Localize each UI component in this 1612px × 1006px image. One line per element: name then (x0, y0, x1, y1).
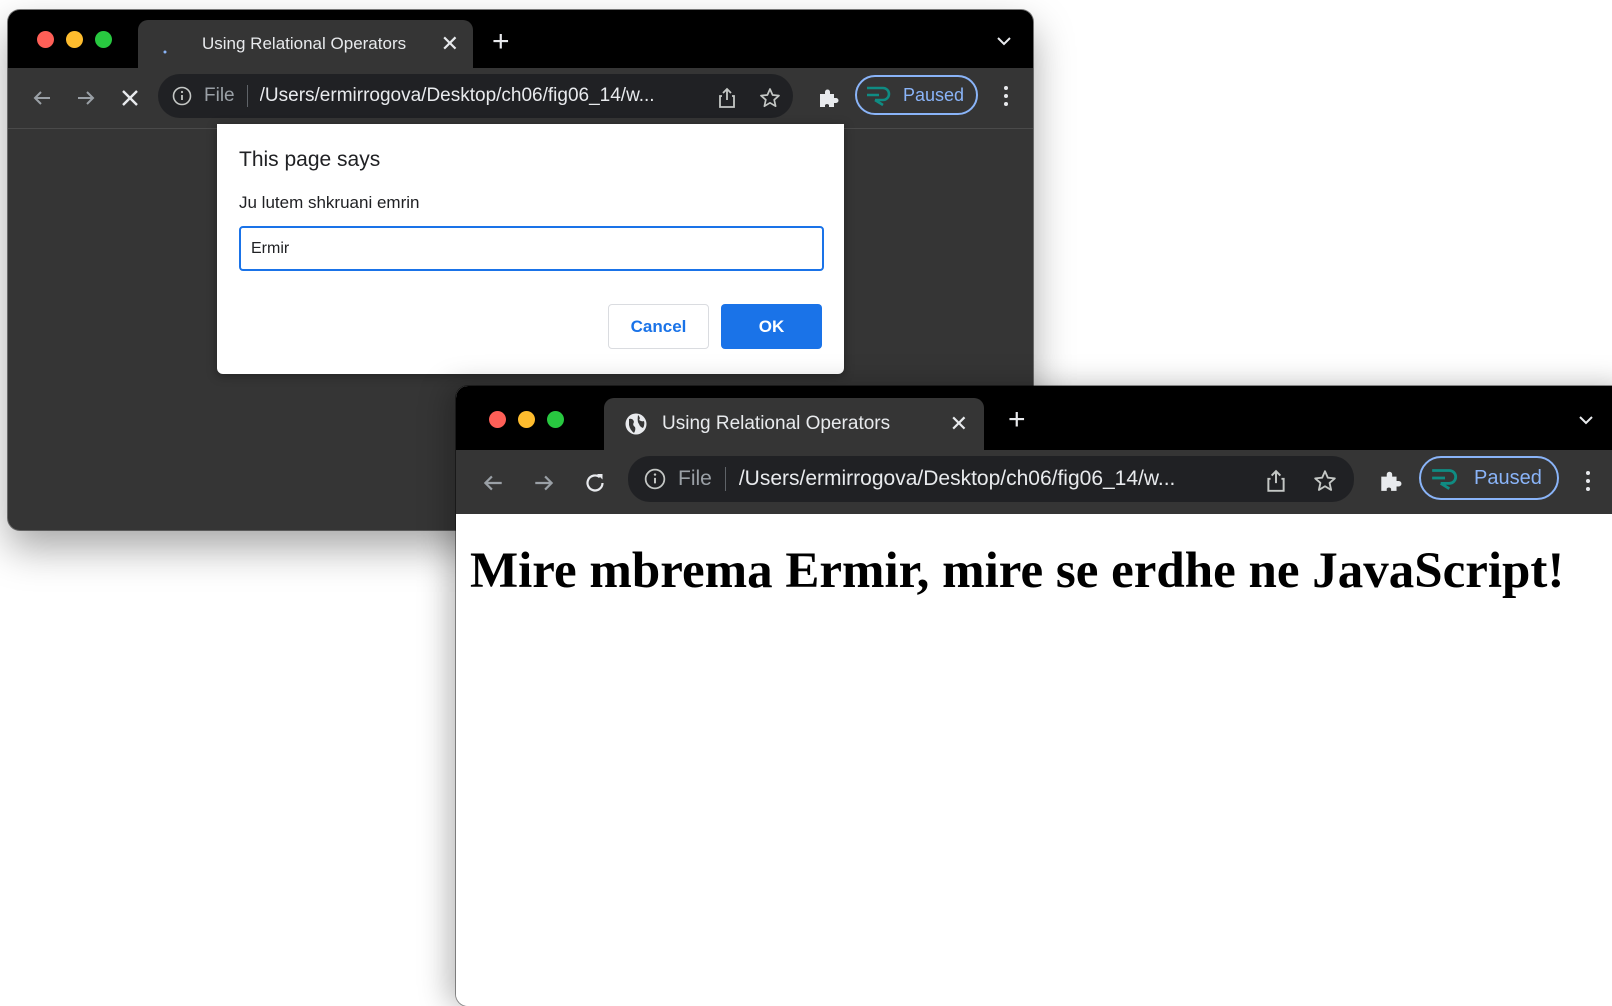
forward-arrow-icon[interactable] (70, 82, 102, 114)
tab-search-chevron-icon[interactable] (1578, 413, 1594, 431)
info-icon[interactable] (644, 468, 666, 490)
stop-loading-icon[interactable] (114, 82, 146, 114)
tab-strip: Using Relational Operators ✕ + (8, 10, 1033, 68)
tab-active[interactable]: Using Relational Operators ✕ (138, 20, 473, 68)
address-bar[interactable]: File /Users/ermirrogova/Desktop/ch06/fig… (158, 74, 793, 118)
url-scheme: File (678, 467, 712, 490)
address-bar[interactable]: File /Users/ermirrogova/Desktop/ch06/fig… (628, 456, 1354, 502)
menu-kebab-icon[interactable] (1580, 466, 1596, 496)
profile-paused-button[interactable]: Paused (855, 75, 978, 115)
url-scheme: File (204, 85, 235, 106)
profile-label: Paused (903, 84, 965, 105)
prompt-dialog: This page says Ju lutem shkruani emrin C… (217, 124, 844, 374)
page-heading: Mire mbrema Ermir, mire se erdhe ne Java… (470, 543, 1565, 599)
tab-title: Using Relational Operators (202, 34, 407, 53)
url-text[interactable]: /Users/ermirrogova/Desktop/ch06/fig06_14… (739, 467, 1239, 491)
ok-button[interactable]: OK (721, 304, 822, 349)
minimize-window-button[interactable] (66, 31, 83, 48)
close-window-button[interactable] (489, 411, 506, 428)
cancel-button[interactable]: Cancel (608, 304, 709, 349)
tab-search-chevron-icon[interactable] (996, 34, 1012, 52)
share-icon[interactable] (715, 86, 739, 110)
share-icon[interactable] (1263, 468, 1289, 494)
zoom-window-button[interactable] (95, 31, 112, 48)
minimize-window-button[interactable] (518, 411, 535, 428)
tab-strip: Using Relational Operators ✕ + (456, 386, 1612, 450)
forward-arrow-icon[interactable] (527, 466, 561, 500)
tab-active[interactable]: Using Relational Operators ✕ (604, 398, 984, 450)
profile-label: Paused (1474, 466, 1542, 489)
loading-spinner-icon (158, 33, 180, 55)
address-separator (246, 85, 248, 107)
new-tab-button[interactable]: + (1008, 405, 1026, 435)
tab-close-icon[interactable]: ✕ (441, 33, 459, 55)
extensions-puzzle-icon[interactable] (816, 86, 840, 110)
dialog-title: This page says (239, 148, 381, 171)
profile-logo-icon (865, 84, 893, 106)
url-text[interactable]: /Users/ermirrogova/Desktop/ch06/fig06_14… (260, 85, 700, 107)
info-icon[interactable] (172, 86, 192, 106)
profile-logo-icon (1430, 466, 1460, 490)
extensions-puzzle-icon[interactable] (1377, 468, 1403, 494)
toolbar: File /Users/ermirrogova/Desktop/ch06/fig… (456, 450, 1612, 515)
tab-close-icon[interactable]: ✕ (950, 413, 968, 435)
back-arrow-icon[interactable] (476, 466, 510, 500)
prompt-input[interactable] (239, 226, 824, 271)
close-window-button[interactable] (37, 31, 54, 48)
page-content: Mire mbrema Ermir, mire se erdhe ne Java… (456, 514, 1612, 1006)
toolbar: File /Users/ermirrogova/Desktop/ch06/fig… (8, 68, 1033, 129)
zoom-window-button[interactable] (547, 411, 564, 428)
new-tab-button[interactable]: + (492, 27, 510, 57)
profile-paused-button[interactable]: Paused (1419, 456, 1559, 500)
globe-icon (624, 412, 648, 436)
browser-window-front: Using Relational Operators ✕ + File /Use… (456, 386, 1612, 1006)
tab-title: Using Relational Operators (662, 413, 891, 434)
window-controls (489, 411, 564, 428)
menu-kebab-icon[interactable] (998, 82, 1014, 110)
dialog-message: Ju lutem shkruani emrin (239, 193, 420, 212)
bookmark-star-icon[interactable] (1312, 468, 1338, 494)
back-arrow-icon[interactable] (26, 82, 58, 114)
reload-icon[interactable] (578, 466, 612, 500)
bookmark-star-icon[interactable] (758, 86, 782, 110)
address-separator (724, 467, 726, 491)
window-controls (37, 31, 112, 48)
